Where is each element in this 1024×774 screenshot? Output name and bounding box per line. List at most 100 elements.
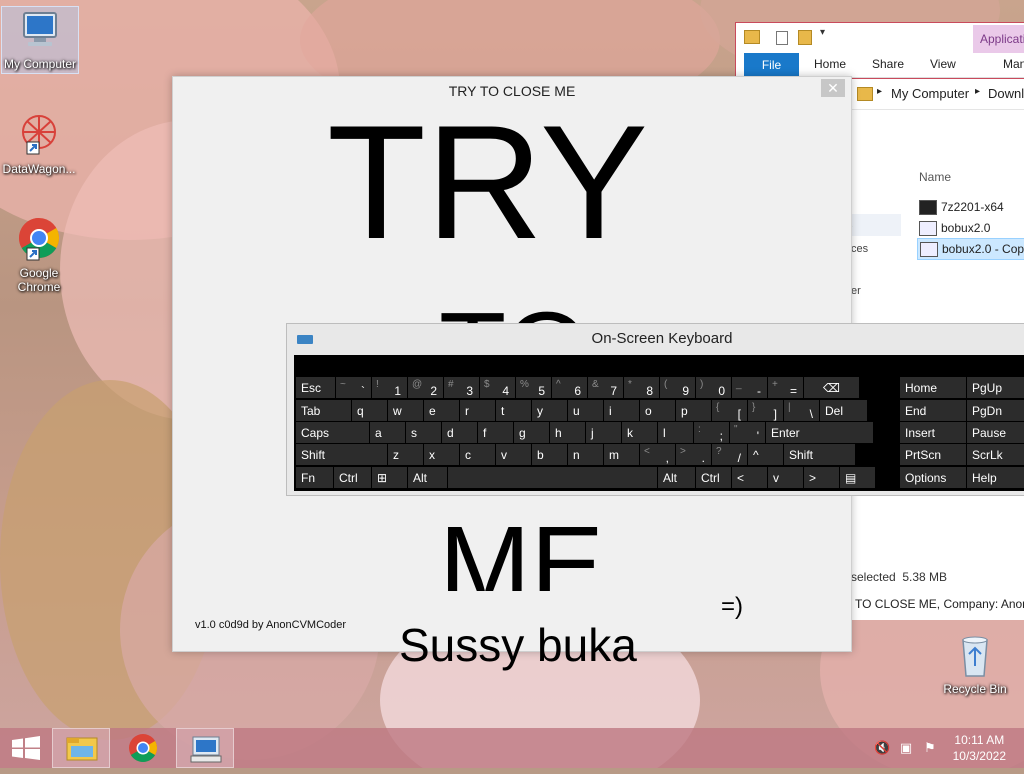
- key-k[interactable]: k: [622, 422, 657, 443]
- key-3[interactable]: #3: [444, 377, 479, 398]
- network-icon[interactable]: ▣: [898, 740, 914, 756]
- windows-icon[interactable]: ⊞: [372, 467, 407, 488]
- menu-icon[interactable]: ▤: [840, 467, 875, 488]
- address-bar[interactable]: ▸ My Computer ▸ Downlo: [851, 79, 1024, 110]
- arrow-up-icon[interactable]: ^: [748, 444, 783, 465]
- desktop-icon-datawagon[interactable]: DataWagon...: [1, 112, 77, 176]
- key-shift[interactable]: Shift: [784, 444, 855, 465]
- key-c[interactable]: c: [460, 444, 495, 465]
- key-=[interactable]: + =: [768, 377, 803, 398]
- key-.[interactable]: >.: [676, 444, 711, 465]
- key-1[interactable]: ! 1: [372, 377, 407, 398]
- key-space[interactable]: [448, 467, 657, 488]
- desktop-icon-recycle-bin[interactable]: Recycle Bin: [937, 632, 1013, 696]
- key-7[interactable]: & 7: [588, 377, 623, 398]
- key-w[interactable]: w: [388, 400, 423, 421]
- close-button[interactable]: ✕: [821, 79, 845, 97]
- volume-muted-icon[interactable]: 🔇: [874, 740, 890, 756]
- key-options[interactable]: Options: [900, 467, 966, 488]
- tab-home[interactable]: Home: [814, 57, 846, 71]
- key-pgdn[interactable]: PgDn: [967, 400, 1024, 421]
- key-`[interactable]: ~ `: [336, 377, 371, 398]
- key-j[interactable]: j: [586, 422, 621, 443]
- key-2[interactable]: @2: [408, 377, 443, 398]
- key-i[interactable]: i: [604, 400, 639, 421]
- key-s[interactable]: s: [406, 422, 441, 443]
- key-caps[interactable]: Caps: [296, 422, 369, 443]
- key--[interactable]: _ -: [732, 377, 767, 398]
- new-folder-icon[interactable]: [798, 30, 812, 45]
- key-r[interactable]: r: [460, 400, 495, 421]
- key-y[interactable]: y: [532, 400, 567, 421]
- breadcrumb-downloads[interactable]: Downlo: [988, 86, 1024, 101]
- tab-view[interactable]: View: [930, 57, 956, 71]
- key-fn[interactable]: Fn: [296, 467, 333, 488]
- key-o[interactable]: o: [640, 400, 675, 421]
- key-t[interactable]: t: [496, 400, 531, 421]
- key-8[interactable]: * 8: [624, 377, 659, 398]
- key-u[interactable]: u: [568, 400, 603, 421]
- chevron-down-icon[interactable]: ▾: [820, 27, 825, 38]
- key-\[interactable]: | \: [784, 400, 819, 421]
- key-b[interactable]: b: [532, 444, 567, 465]
- key-,[interactable]: <,: [640, 444, 675, 465]
- key-pause[interactable]: Pause: [967, 422, 1024, 443]
- arrow-right-icon[interactable]: >: [804, 467, 839, 488]
- key-9[interactable]: (9: [660, 377, 695, 398]
- key-insert[interactable]: Insert: [900, 422, 966, 443]
- column-header-name[interactable]: Name: [919, 170, 951, 184]
- desktop-icon-google-chrome[interactable]: Google Chrome: [1, 216, 77, 294]
- key-del[interactable]: Del: [820, 400, 867, 421]
- key-0[interactable]: ) 0: [696, 377, 731, 398]
- key-6[interactable]: ^ 6: [552, 377, 587, 398]
- key-h[interactable]: h: [550, 422, 585, 443]
- backspace-icon[interactable]: ⌫: [804, 377, 859, 398]
- list-item[interactable]: bobux2.0: [919, 218, 990, 238]
- arrow-left-icon[interactable]: <: [732, 467, 767, 488]
- breadcrumb-my-computer[interactable]: My Computer: [891, 86, 969, 101]
- key-;[interactable]: :;: [694, 422, 729, 443]
- arrow-down-icon[interactable]: v: [768, 467, 803, 488]
- key-v[interactable]: v: [496, 444, 531, 465]
- list-item-selected[interactable]: bobux2.0 - Copy: [917, 238, 1024, 260]
- start-button[interactable]: [0, 728, 58, 768]
- list-item[interactable]: 7z2201-x64: [919, 197, 1004, 217]
- properties-icon[interactable]: [776, 31, 788, 45]
- taskbar-chrome[interactable]: [114, 728, 172, 768]
- desktop-icon-my-computer[interactable]: My Computer: [1, 6, 79, 74]
- clock[interactable]: 10:11 AM 10/3/2022: [953, 732, 1006, 764]
- key-pgup[interactable]: PgUp: [967, 377, 1024, 398]
- key-[[interactable]: {[: [712, 400, 747, 421]
- key-p[interactable]: p: [676, 400, 711, 421]
- key-end[interactable]: End: [900, 400, 966, 421]
- key-5[interactable]: % 5: [516, 377, 551, 398]
- key-f[interactable]: f: [478, 422, 513, 443]
- key-4[interactable]: $4: [480, 377, 515, 398]
- action-center-icon[interactable]: ⚑: [922, 740, 938, 756]
- key-ctrl[interactable]: Ctrl: [696, 467, 731, 488]
- key-'[interactable]: " ': [730, 422, 765, 443]
- key-tab[interactable]: Tab: [296, 400, 351, 421]
- key-q[interactable]: q: [352, 400, 387, 421]
- key-shift[interactable]: Shift: [296, 444, 387, 465]
- tab-manage[interactable]: Man: [1003, 57, 1024, 71]
- key-alt[interactable]: Alt: [658, 467, 695, 488]
- key-ctrl[interactable]: Ctrl: [334, 467, 371, 488]
- key-help[interactable]: Help: [967, 467, 1024, 488]
- key-home[interactable]: Home: [900, 377, 966, 398]
- key-n[interactable]: n: [568, 444, 603, 465]
- key-l[interactable]: l: [658, 422, 693, 443]
- tab-file[interactable]: File: [744, 53, 799, 77]
- tab-share[interactable]: Share: [872, 57, 904, 71]
- key-/[interactable]: ? /: [712, 444, 747, 465]
- key-prtscn[interactable]: PrtScn: [900, 444, 966, 465]
- key-m[interactable]: m: [604, 444, 639, 465]
- key-z[interactable]: z: [388, 444, 423, 465]
- taskbar-file-explorer[interactable]: [52, 728, 110, 768]
- key-alt[interactable]: Alt: [408, 467, 447, 488]
- taskbar-on-screen-keyboard[interactable]: [176, 728, 234, 768]
- key-esc[interactable]: Esc: [296, 377, 335, 398]
- key-g[interactable]: g: [514, 422, 549, 443]
- key-d[interactable]: d: [442, 422, 477, 443]
- application-tools-tab[interactable]: Applicatio: [973, 25, 1024, 53]
